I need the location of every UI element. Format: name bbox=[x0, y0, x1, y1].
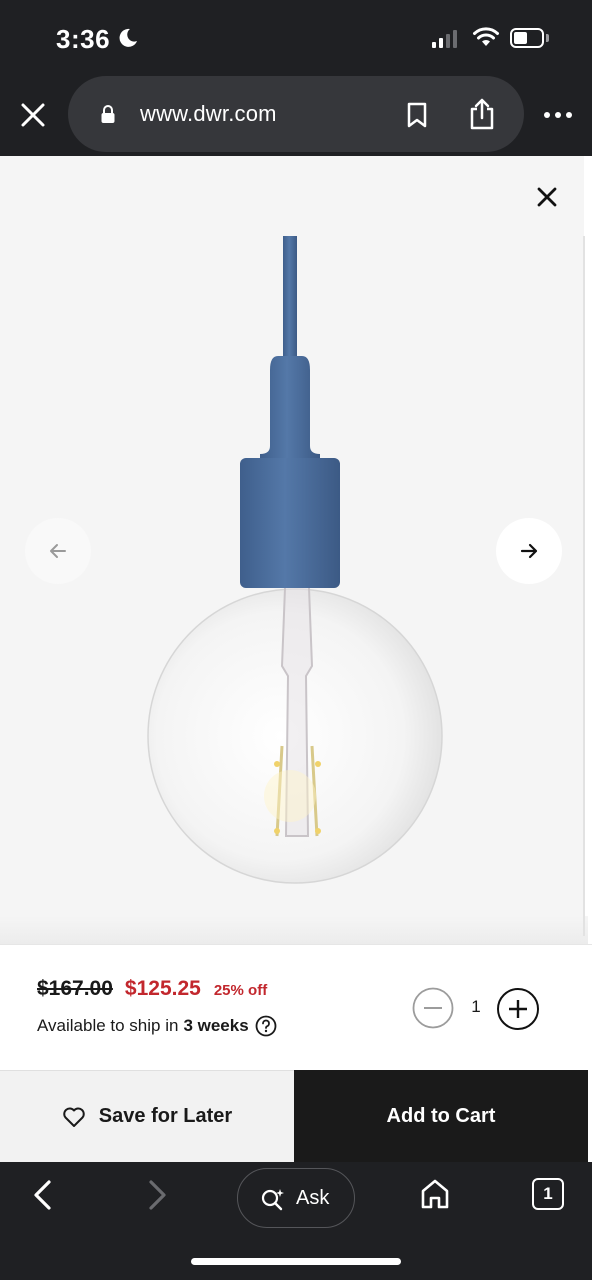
forward-icon[interactable] bbox=[144, 1178, 170, 1212]
product-image-gallery[interactable] bbox=[0, 156, 588, 944]
ask-label: Ask bbox=[296, 1187, 330, 1209]
gallery-scrollbar[interactable] bbox=[583, 236, 585, 936]
tabs-button[interactable]: 1 bbox=[532, 1178, 564, 1210]
help-icon[interactable] bbox=[255, 1015, 277, 1037]
ask-button[interactable]: Ask bbox=[237, 1168, 355, 1228]
browser-toolbar: Ask 1 bbox=[0, 1162, 592, 1280]
pendant-lamp-image bbox=[147, 236, 443, 884]
arrow-right-icon bbox=[520, 543, 538, 559]
share-icon[interactable] bbox=[468, 98, 496, 130]
product-page: $167.00 $125.25 25% off Available to shi… bbox=[0, 156, 592, 1162]
status-time: 3:36 bbox=[56, 24, 111, 54]
address-bar[interactable]: www.dwr.com bbox=[68, 76, 524, 152]
add-to-cart-button[interactable]: Add to Cart bbox=[294, 1070, 588, 1162]
battery-icon bbox=[510, 28, 544, 48]
save-for-later-label: Save for Later bbox=[98, 1105, 233, 1127]
close-icon[interactable] bbox=[536, 186, 558, 208]
next-image-button[interactable] bbox=[496, 518, 562, 584]
shipping-info: Available to ship in 3 weeks bbox=[37, 1015, 277, 1037]
url-text[interactable]: www.dwr.com bbox=[140, 101, 277, 127]
sale-price: $125.25 bbox=[124, 977, 201, 1000]
home-indicator[interactable] bbox=[191, 1258, 401, 1265]
add-to-cart-label: Add to Cart bbox=[386, 1104, 496, 1127]
arrow-left-icon bbox=[50, 544, 66, 558]
shipping-time: 3 weeks bbox=[183, 1016, 249, 1035]
ask-sparkle-search-icon bbox=[261, 1189, 284, 1211]
increase-quantity-button[interactable] bbox=[496, 987, 540, 1031]
previous-image-button[interactable] bbox=[25, 518, 91, 584]
lock-icon bbox=[101, 105, 115, 123]
status-bar: 3:36 bbox=[0, 0, 592, 74]
back-icon[interactable] bbox=[30, 1178, 56, 1212]
home-icon[interactable] bbox=[420, 1178, 450, 1210]
action-bar: Save for Later Add to Cart bbox=[0, 1070, 592, 1162]
bookmark-icon[interactable] bbox=[406, 102, 428, 128]
original-price: $167.00 bbox=[37, 977, 113, 1000]
battery-tip bbox=[546, 34, 549, 42]
cellular-signal-icon bbox=[432, 30, 457, 48]
wifi-icon bbox=[473, 27, 499, 46]
shipping-text: Available to ship in bbox=[37, 1016, 179, 1035]
moon-icon bbox=[119, 28, 137, 47]
price-panel: $167.00 $125.25 25% off Available to shi… bbox=[0, 944, 592, 1070]
close-icon[interactable] bbox=[18, 100, 48, 130]
decrease-quantity-button[interactable] bbox=[412, 987, 454, 1029]
price-row: $167.00 $125.25 25% off bbox=[37, 977, 267, 1001]
save-for-later-button[interactable]: Save for Later bbox=[0, 1070, 294, 1162]
browser-url-row: www.dwr.com bbox=[0, 74, 592, 156]
heart-icon bbox=[63, 1107, 85, 1127]
quantity-value: 1 bbox=[471, 997, 481, 1016]
more-icon[interactable] bbox=[543, 110, 573, 120]
discount-badge: 25% off bbox=[213, 982, 268, 999]
